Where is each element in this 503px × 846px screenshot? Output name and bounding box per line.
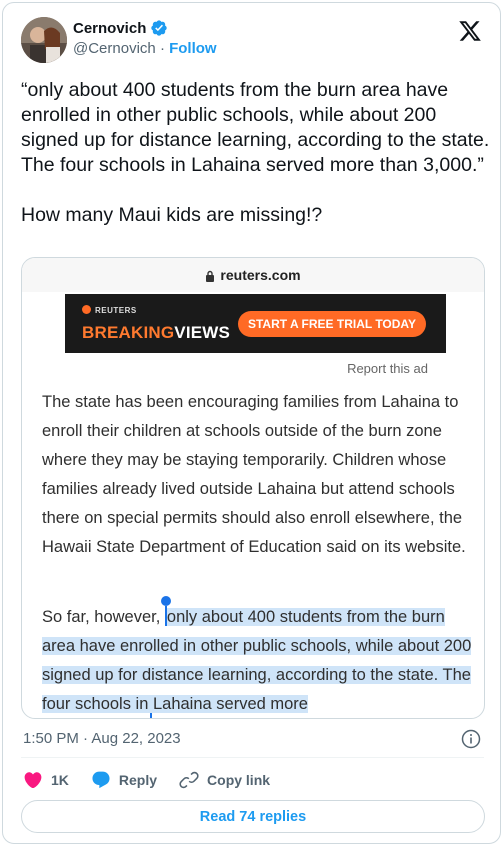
lock-icon: [205, 269, 215, 282]
ad-brand-breaking: BREAKING: [82, 323, 175, 342]
ad-brand-small: REUTERS: [95, 306, 137, 315]
info-icon[interactable]: [461, 729, 481, 749]
article-paragraph-2: So far, however, only about 400 students…: [42, 596, 472, 718]
divider: [21, 757, 484, 758]
tweet-media-screenshot[interactable]: reuters.com REUTERS BREAKINGVIEWS START …: [21, 257, 485, 719]
url-text: reuters.com: [220, 267, 301, 283]
heart-icon: [24, 772, 42, 789]
copy-link-button[interactable]: Copy link: [179, 770, 270, 790]
like-button[interactable]: 1K: [23, 770, 69, 790]
selection-start-handle-icon: [160, 596, 171, 626]
reply-bubble-icon: [92, 771, 110, 789]
x-logo-icon[interactable]: [458, 19, 482, 43]
tweet-text: “only about 400 students from the burn a…: [21, 79, 490, 226]
paragraph-2-lead: So far, however,: [42, 608, 165, 626]
follow-link[interactable]: Follow: [169, 40, 217, 57]
article-paragraph-1: The state has been encouraging families …: [42, 393, 466, 556]
reply-label: Reply: [118, 772, 158, 788]
reuters-logo-icon: [82, 305, 91, 314]
author-name[interactable]: Cernovich: [73, 20, 146, 37]
tweet-card: Cernovich @Cernovich · Follow “only abou…: [2, 2, 501, 844]
tweet-header: Cernovich @Cernovich · Follow: [21, 17, 484, 65]
link-icon: [179, 771, 199, 789]
avatar[interactable]: [21, 17, 67, 63]
separator-dot: ·: [159, 40, 165, 57]
selection-end-handle-icon: [150, 713, 152, 718]
verified-badge-icon: [150, 19, 168, 37]
like-count: 1K: [51, 772, 69, 788]
ad-cta-button: START A FREE TRIAL TODAY: [237, 311, 426, 337]
ad-brand-views: VIEWS: [174, 323, 231, 342]
copy-link-label: Copy link: [207, 772, 271, 788]
ad-banner: REUTERS BREAKINGVIEWS START A FREE TRIAL…: [65, 294, 446, 353]
tweet-timestamp[interactable]: 1:50 PM · Aug 22, 2023: [23, 730, 181, 747]
read-replies-button[interactable]: Read 74 replies: [21, 800, 485, 833]
tweet-actions: 1K Reply Copy link: [23, 769, 292, 791]
report-ad-link: Report this ad: [347, 361, 428, 376]
author-handle[interactable]: @Cernovich: [73, 40, 156, 57]
browser-url-bar: reuters.com: [22, 258, 484, 292]
reply-button[interactable]: Reply: [91, 770, 157, 790]
